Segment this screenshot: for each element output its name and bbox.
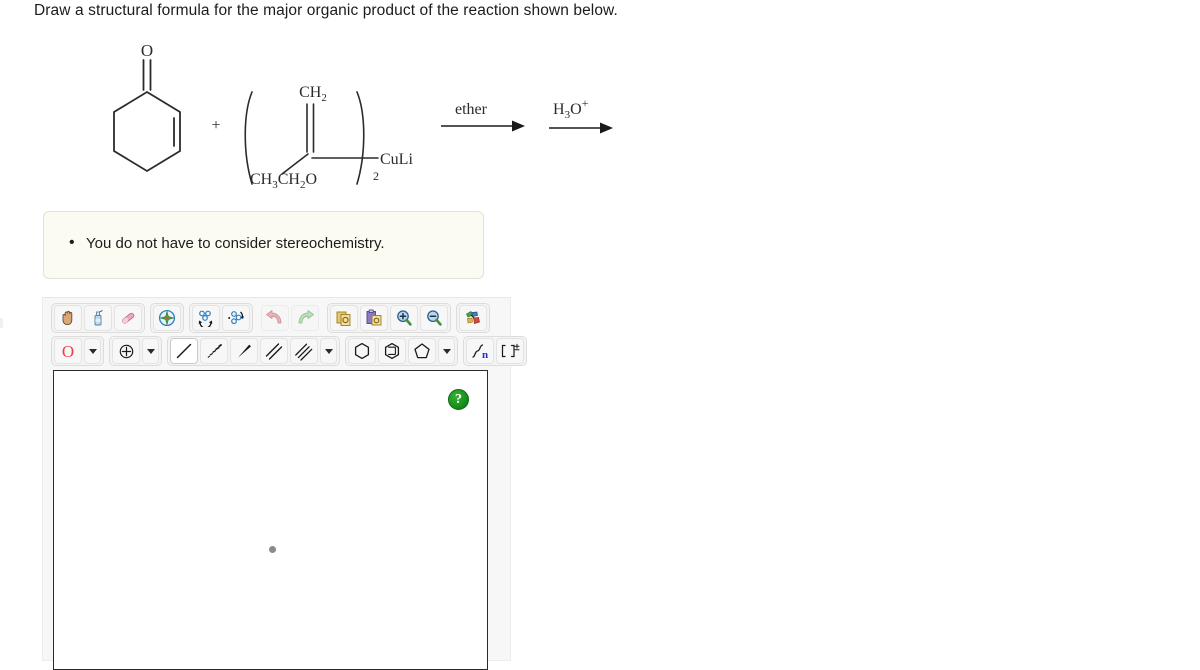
pan-tool[interactable] [54, 305, 82, 331]
chain-n-icon: n [471, 344, 488, 361]
ring-tools-dropdown[interactable] [438, 338, 455, 364]
toolbar-group-clean [150, 303, 184, 333]
magnifier-plus-icon [397, 310, 412, 326]
benzene-ring-icon [384, 342, 400, 360]
zoom-out-button[interactable] [420, 305, 448, 331]
cyclohexane-ring-tool[interactable] [348, 338, 376, 364]
svg-text:n: n [482, 349, 488, 361]
page-title: Draw a structural formula for the major … [34, 2, 618, 19]
charge-selector-group [109, 336, 162, 366]
rotate-tool[interactable] [222, 305, 250, 331]
toolbar-group-history [258, 303, 322, 333]
triple-bond-icon [295, 343, 313, 361]
hashed-wedge-icon [207, 344, 222, 358]
redo-button[interactable] [291, 305, 319, 331]
bracket-plusminus-icon [501, 343, 520, 358]
hand-icon [62, 310, 73, 326]
atom-selector-dropdown[interactable] [84, 338, 101, 364]
bracket-charge-tool[interactable] [496, 338, 524, 364]
misc-tools-group: n [463, 336, 527, 366]
single-bond-tool[interactable] [170, 338, 198, 364]
atom-selector-group: O [51, 336, 104, 366]
copy-icon [336, 311, 351, 326]
undo-button[interactable] [261, 305, 289, 331]
variable-chain-tool[interactable]: n [466, 338, 494, 364]
chevron-down-icon [88, 348, 97, 354]
bond-tools-dropdown[interactable] [320, 338, 337, 364]
pentagon-icon [414, 343, 430, 359]
toolbar-group-transform [189, 303, 253, 333]
charge-selector-dropdown[interactable] [142, 338, 159, 364]
culi-label: CuLi [380, 151, 413, 168]
ring-tools-group [345, 336, 458, 366]
chevron-down-icon [324, 348, 333, 354]
plus-sign: + [211, 117, 220, 134]
arrow1-label: ether [455, 101, 488, 118]
atom-selector-label: O [61, 341, 75, 361]
eraser-spray-tool[interactable] [84, 305, 112, 331]
molecule-editor-panel: O n ? [42, 297, 527, 670]
undo-arrow-icon [266, 310, 282, 324]
paste-icon [366, 309, 382, 326]
double-bond-icon [265, 343, 283, 360]
hexagon-icon [354, 342, 370, 360]
compass-star-icon [158, 309, 176, 327]
toolbar-row-secondary: O n [51, 336, 532, 366]
templates-button[interactable] [459, 305, 487, 331]
reaction-scheme: O + 2 CH2 CH3CH2O CuLi ether H3O+ [0, 34, 700, 204]
redo-arrow-icon [298, 310, 314, 324]
triple-bond-tool[interactable] [290, 338, 318, 364]
ethoxy-label: CH3CH2O [250, 171, 317, 191]
arrow2-label: H3O+ [553, 96, 589, 121]
spray-can-icon [94, 310, 103, 326]
clean-structure-tool[interactable] [153, 305, 181, 331]
list-item: You do not have to consider stereochemis… [69, 233, 473, 254]
drawing-canvas[interactable]: ? [53, 370, 488, 670]
double-bond-tool[interactable] [260, 338, 288, 364]
eraser-icon [122, 312, 135, 324]
single-bond-icon [176, 343, 192, 359]
colored-fragments-icon [466, 311, 480, 324]
wedge-bond-tool[interactable] [230, 338, 258, 364]
ketone-oxygen-label: O [141, 41, 153, 60]
note-list: You do not have to consider stereochemis… [69, 233, 473, 254]
help-button[interactable]: ? [448, 389, 469, 410]
toolbar-group-templates [456, 303, 490, 333]
hash-wedge-bond-tool[interactable] [200, 338, 228, 364]
toolbar-group-selection [51, 303, 145, 333]
ch2-label: CH2 [299, 84, 327, 104]
circled-plus-icon [119, 344, 133, 358]
rotate-icon [227, 311, 244, 325]
note-box: You do not have to consider stereochemis… [43, 211, 484, 279]
eraser-tool[interactable] [114, 305, 142, 331]
charge-tool[interactable] [112, 338, 140, 364]
copy-button[interactable] [330, 305, 358, 331]
bond-tools-group [167, 336, 340, 366]
solid-wedge-icon [238, 344, 251, 358]
paren-subscript-label: 2 [373, 169, 379, 183]
flip-horizontal-icon [198, 310, 212, 327]
benzene-ring-tool[interactable] [378, 338, 406, 364]
cyclopentane-ring-tool[interactable] [408, 338, 436, 364]
chevron-down-icon [146, 348, 155, 354]
left-edge-marker [0, 318, 3, 328]
atom-selector-oxygen[interactable]: O [54, 338, 82, 364]
toolbar-row-primary [51, 303, 495, 333]
zoom-in-button[interactable] [390, 305, 418, 331]
chevron-down-icon [442, 348, 451, 354]
canvas-origin-dot [269, 546, 276, 553]
magnifier-minus-icon [427, 310, 442, 326]
toolbar-group-clipboard-zoom [327, 303, 451, 333]
paste-button[interactable] [360, 305, 388, 331]
flip-horizontal-tool[interactable] [192, 305, 220, 331]
